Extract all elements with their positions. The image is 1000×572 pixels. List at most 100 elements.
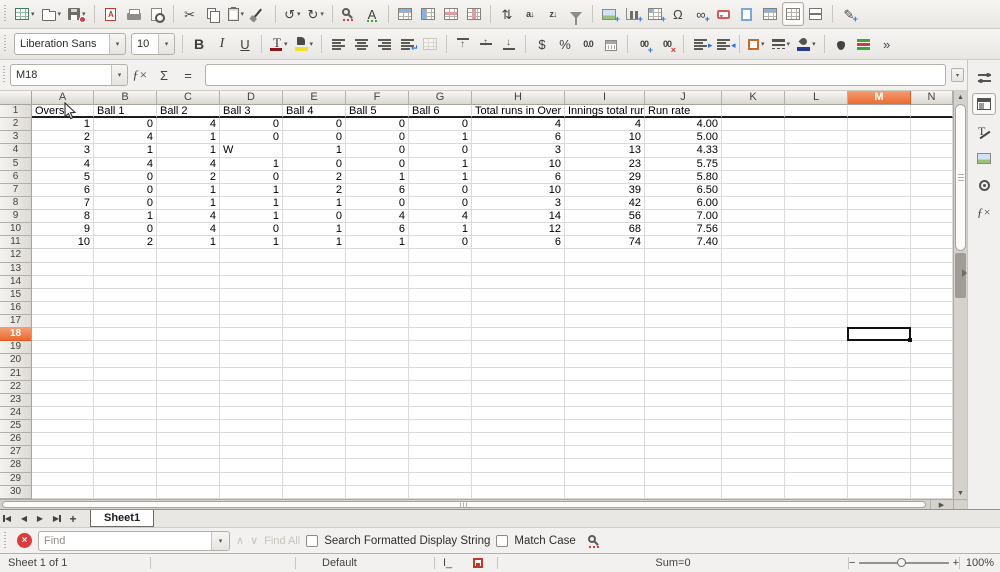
cell-C1[interactable]: Ball 2 (157, 105, 220, 118)
cell-E26[interactable] (283, 433, 346, 446)
cell-D21[interactable] (220, 368, 283, 381)
cell-E2[interactable]: 0 (283, 118, 346, 131)
cell-N25[interactable] (911, 420, 953, 433)
cell-I30[interactable] (565, 486, 645, 499)
cell-K13[interactable] (722, 263, 785, 276)
cell-M19[interactable] (848, 341, 911, 354)
cell-B11[interactable]: 2 (94, 236, 157, 249)
row-header-19[interactable]: 19 (0, 341, 32, 354)
cell-L23[interactable] (785, 394, 848, 407)
percent-format-icon[interactable]: % (554, 32, 576, 56)
row-header-4[interactable]: 4 (0, 144, 32, 157)
cell-J17[interactable] (645, 315, 722, 328)
find-history-caret-icon[interactable]: ▾ (211, 532, 229, 550)
cell-H3[interactable]: 6 (472, 131, 565, 144)
cell-M6[interactable] (848, 171, 911, 184)
cell-F18[interactable] (346, 328, 409, 341)
cell-K1[interactable] (722, 105, 785, 118)
cell-G21[interactable] (409, 368, 472, 381)
cell-H4[interactable]: 3 (472, 144, 565, 157)
cell-J8[interactable]: 6.00 (645, 197, 722, 210)
row-header-27[interactable]: 27 (0, 446, 32, 459)
cell-D26[interactable] (220, 433, 283, 446)
underline-icon[interactable]: U (234, 32, 256, 56)
previous-sheet-icon[interactable]: ◀ (16, 510, 32, 527)
scroll-up-icon[interactable]: ▲ (954, 91, 967, 103)
cell-A1[interactable]: Overs (32, 105, 94, 118)
column-header-B[interactable]: B (94, 91, 157, 105)
cell-G17[interactable] (409, 315, 472, 328)
cell-L4[interactable] (785, 144, 848, 157)
cell-K11[interactable] (722, 236, 785, 249)
cell-B4[interactable]: 1 (94, 144, 157, 157)
sidebar-navigator-icon[interactable] (972, 174, 996, 196)
cell-B5[interactable]: 4 (94, 158, 157, 171)
cell-H30[interactable] (472, 486, 565, 499)
increase-indent-icon[interactable] (689, 32, 711, 56)
cell-B30[interactable] (94, 486, 157, 499)
cell-E13[interactable] (283, 263, 346, 276)
cell-D1[interactable]: Ball 3 (220, 105, 283, 118)
borders-icon[interactable]: ▾ (745, 32, 768, 56)
cell-G23[interactable] (409, 394, 472, 407)
align-center-icon[interactable] (350, 32, 372, 56)
cell-N19[interactable] (911, 341, 953, 354)
cell-I12[interactable] (565, 249, 645, 262)
cell-C13[interactable] (157, 263, 220, 276)
cell-M30[interactable] (848, 486, 911, 499)
cell-M10[interactable] (848, 223, 911, 236)
cell-M1[interactable] (848, 105, 911, 118)
cell-J5[interactable]: 5.75 (645, 158, 722, 171)
cell-J7[interactable]: 6.50 (645, 184, 722, 197)
cell-B2[interactable]: 0 (94, 118, 157, 131)
cell-B18[interactable] (94, 328, 157, 341)
cell-C30[interactable] (157, 486, 220, 499)
column-header-N[interactable]: N (911, 91, 953, 105)
cell-C5[interactable]: 4 (157, 158, 220, 171)
cell-B21[interactable] (94, 368, 157, 381)
cell-C22[interactable] (157, 381, 220, 394)
zoom-out-icon[interactable]: − (849, 557, 855, 569)
cell-K3[interactable] (722, 131, 785, 144)
cell-L5[interactable] (785, 158, 848, 171)
cell-J6[interactable]: 5.80 (645, 171, 722, 184)
cell-N20[interactable] (911, 354, 953, 367)
cell-E15[interactable] (283, 289, 346, 302)
cell-B22[interactable] (94, 381, 157, 394)
cell-H21[interactable] (472, 368, 565, 381)
new-spreadsheet-icon-dropdown[interactable]: ▾ (31, 10, 35, 18)
cell-C21[interactable] (157, 368, 220, 381)
align-left-icon[interactable] (327, 32, 349, 56)
cell-I5[interactable]: 23 (565, 158, 645, 171)
cell-B19[interactable] (94, 341, 157, 354)
vertical-scrollbar[interactable]: ▲ ▼ (953, 91, 967, 499)
insert-comment-icon[interactable] (713, 2, 735, 26)
sort-descending-icon[interactable]: z↓ (542, 2, 564, 26)
cell-M14[interactable] (848, 276, 911, 289)
cell-A17[interactable] (32, 315, 94, 328)
cell-D27[interactable] (220, 446, 283, 459)
row-header-21[interactable]: 21 (0, 368, 32, 381)
cell-C27[interactable] (157, 446, 220, 459)
cell-D19[interactable] (220, 341, 283, 354)
insert-hyperlink-icon[interactable]: ∞ (690, 2, 712, 26)
cell-L22[interactable] (785, 381, 848, 394)
cell-E7[interactable]: 2 (283, 184, 346, 197)
column-header-J[interactable]: J (645, 91, 722, 105)
cell-K17[interactable] (722, 315, 785, 328)
cell-I10[interactable]: 68 (565, 223, 645, 236)
cell-K8[interactable] (722, 197, 785, 210)
cell-H13[interactable] (472, 263, 565, 276)
row-header-12[interactable]: 12 (0, 249, 32, 262)
cell-D11[interactable]: 1 (220, 236, 283, 249)
open-icon[interactable]: ▾ (39, 2, 65, 26)
page-style[interactable]: Default (296, 554, 434, 572)
cell-A10[interactable]: 9 (32, 223, 94, 236)
cell-I23[interactable] (565, 394, 645, 407)
cell-F8[interactable]: 0 (346, 197, 409, 210)
cell-J12[interactable] (645, 249, 722, 262)
cell-K28[interactable] (722, 459, 785, 472)
cell-H12[interactable] (472, 249, 565, 262)
cell-C15[interactable] (157, 289, 220, 302)
cell-E12[interactable] (283, 249, 346, 262)
